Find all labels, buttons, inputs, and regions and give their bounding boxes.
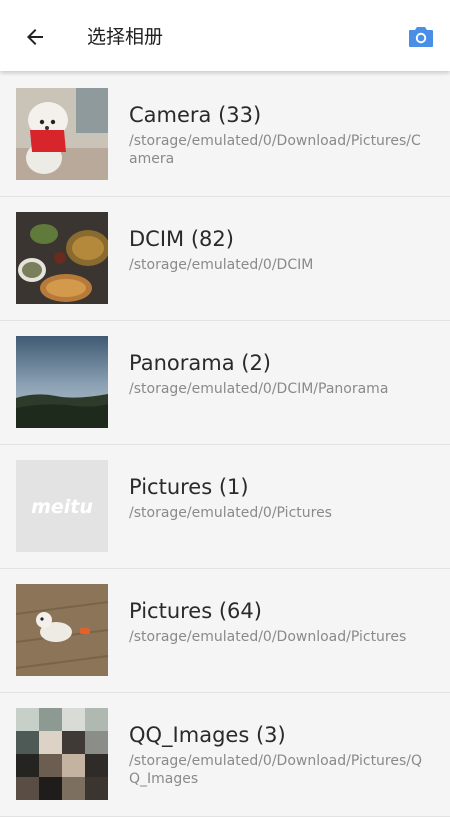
album-path: /storage/emulated/0/DCIM	[129, 257, 314, 273]
album-thumbnail	[16, 708, 108, 800]
arrow-left-icon	[27, 29, 43, 45]
album-row-dcim[interactable]: DCIM (82) /storage/emulated/0/DCIM	[0, 197, 450, 321]
camera-icon	[409, 27, 433, 47]
album-name: Camera (33)	[129, 103, 262, 127]
camera-button[interactable]	[406, 22, 436, 52]
album-path: /storage/emulated/0/Download/Pictures	[129, 629, 407, 645]
album-list: Camera (33) /storage/emulated/0/Download…	[0, 73, 450, 817]
album-name: QQ_Images (3)	[129, 723, 286, 747]
album-name: Panorama (2)	[129, 351, 271, 375]
album-path: /storage/emulated/0/DCIM/Panorama	[129, 381, 389, 397]
meitu-logo: meitu	[16, 460, 108, 552]
album-thumbnail	[16, 584, 108, 676]
album-thumbnail: meitu	[16, 460, 108, 552]
app-bar: 选择相册	[0, 0, 450, 71]
album-thumbnail	[16, 88, 108, 180]
album-thumbnail	[16, 336, 108, 428]
album-row-panorama[interactable]: Panorama (2) /storage/emulated/0/DCIM/Pa…	[0, 321, 450, 445]
album-row-pictures-1[interactable]: meitu Pictures (1) /storage/emulated/0/P…	[0, 445, 450, 569]
album-name: Pictures (64)	[129, 599, 262, 623]
album-path: /storage/emulated/0/Download/Pictures/QQ…	[129, 753, 423, 787]
album-row-pictures-64[interactable]: Pictures (64) /storage/emulated/0/Downlo…	[0, 569, 450, 693]
album-row-qq-images[interactable]: QQ_Images (3) /storage/emulated/0/Downlo…	[0, 693, 450, 817]
album-name: Pictures (1)	[129, 475, 249, 499]
album-path: /storage/emulated/0/Download/Pictures/Ca…	[129, 133, 421, 167]
album-row-camera[interactable]: Camera (33) /storage/emulated/0/Download…	[0, 73, 450, 197]
album-path: /storage/emulated/0/Pictures	[129, 505, 332, 521]
album-name: DCIM (82)	[129, 227, 234, 251]
album-thumbnail	[16, 212, 108, 304]
page-title: 选择相册	[87, 26, 164, 48]
svg-text:meitu: meitu	[31, 496, 93, 518]
back-button[interactable]	[20, 22, 50, 52]
